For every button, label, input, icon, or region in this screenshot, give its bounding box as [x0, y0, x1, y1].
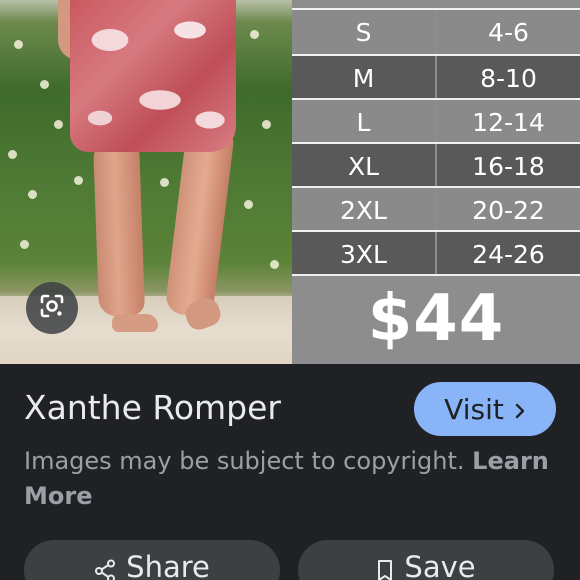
share-icon: [94, 556, 116, 580]
size-row: XL 16-18: [292, 144, 580, 188]
price-label: $44: [367, 282, 505, 356]
size-row: L 12-14: [292, 100, 580, 144]
size-row: 2XL 20-22: [292, 188, 580, 232]
copyright-notice: Images may be subject to copyright. Lear…: [24, 444, 554, 514]
size-range: 16-18: [437, 144, 580, 188]
size-range: 20-22: [437, 188, 580, 232]
save-button-label: Save: [404, 550, 476, 580]
size-range: 4-6: [437, 10, 580, 54]
size-range: 24-26: [437, 232, 580, 276]
google-lens-button[interactable]: [26, 282, 78, 334]
size-label: S: [292, 10, 435, 54]
size-label: XL: [292, 144, 435, 188]
size-label: M: [292, 56, 435, 100]
size-row: 3XL 24-26: [292, 232, 580, 276]
save-button[interactable]: Save: [298, 540, 554, 580]
product-image[interactable]: S 4-6 M 8-10 L 12-14 XL 16-18 2XL 20-22 …: [0, 0, 580, 364]
google-lens-icon: [39, 293, 65, 324]
copyright-text: Images may be subject to copyright.: [24, 447, 465, 475]
chevron-right-icon: [514, 393, 526, 426]
share-button[interactable]: Share: [24, 540, 280, 580]
size-row: M 8-10: [292, 56, 580, 100]
size-label: L: [292, 100, 435, 144]
size-range: 12-14: [437, 100, 580, 144]
size-range: 8-10: [437, 56, 580, 100]
size-label: 2XL: [292, 188, 435, 232]
size-label: 3XL: [292, 232, 435, 276]
share-button-label: Share: [126, 550, 210, 580]
visit-button-label: Visit: [444, 392, 504, 426]
visit-button[interactable]: Visit: [414, 382, 556, 436]
size-row: S 4-6: [292, 10, 580, 54]
bookmark-icon: [376, 556, 394, 580]
size-chart: S 4-6 M 8-10 L 12-14 XL 16-18 2XL 20-22 …: [292, 0, 580, 364]
product-title: Xanthe Romper: [24, 388, 281, 427]
